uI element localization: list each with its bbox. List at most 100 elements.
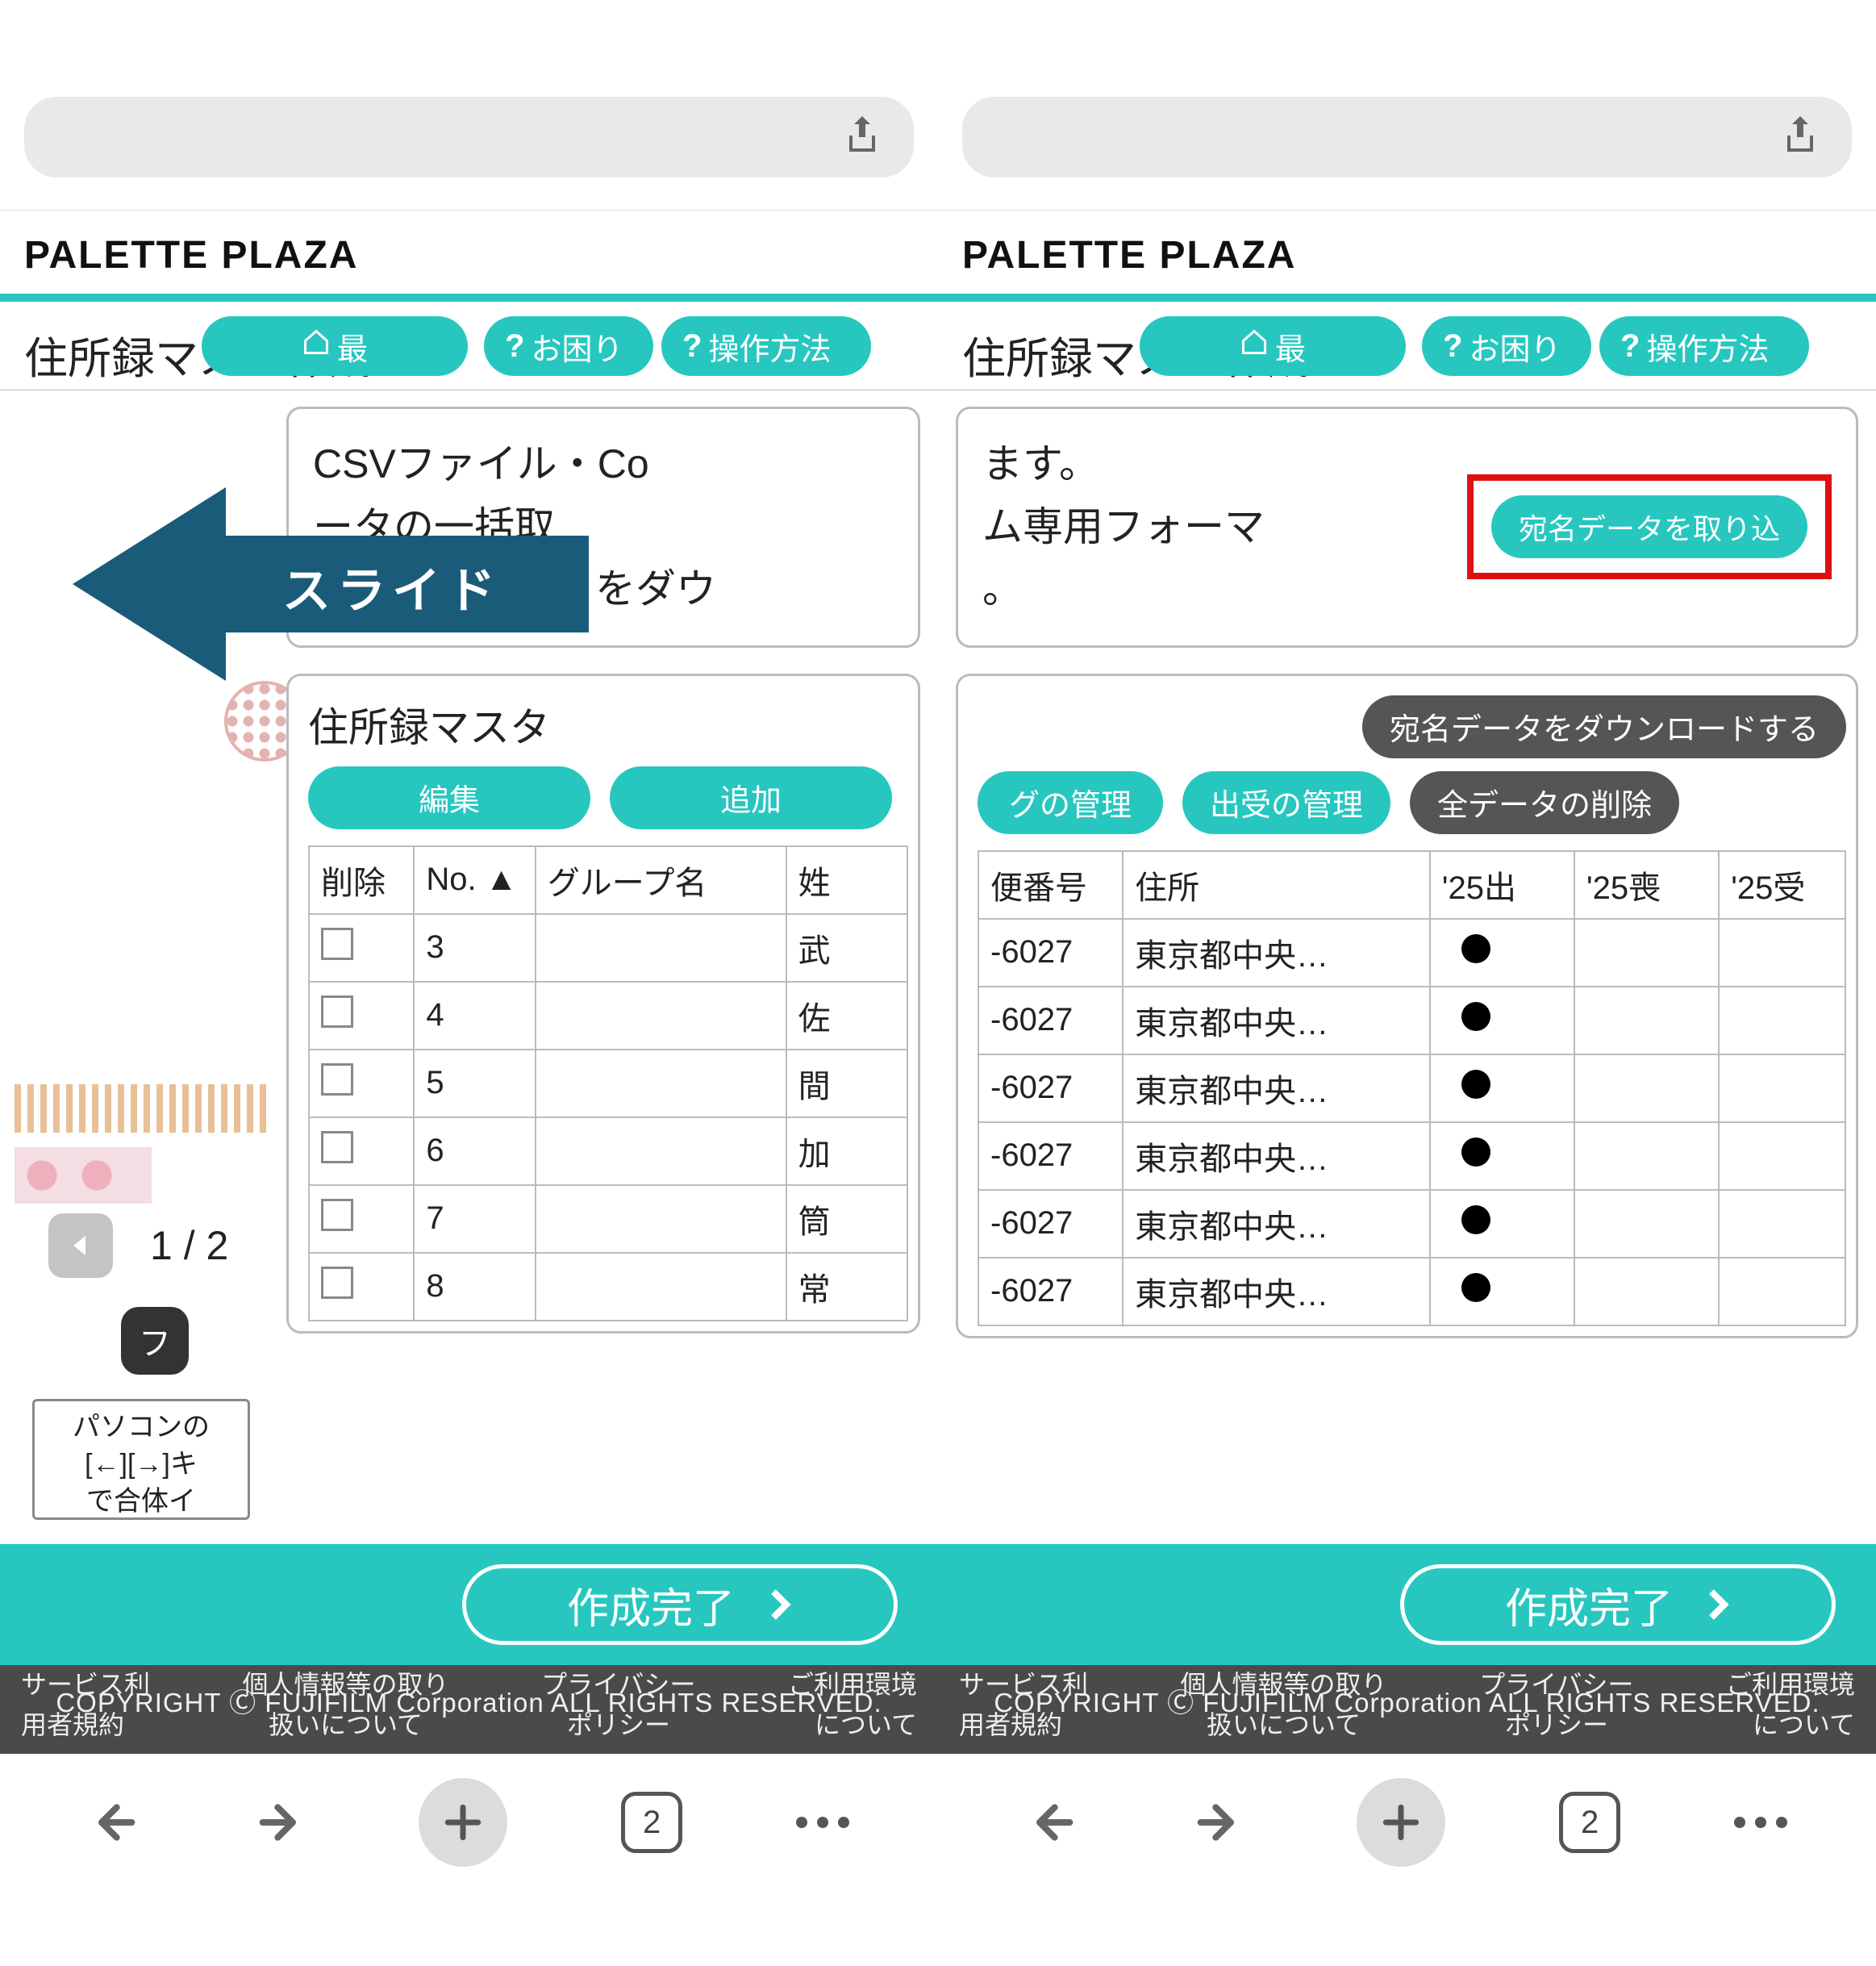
table-row[interactable]: -6027東京都中央… <box>978 1122 1845 1190</box>
footer-link[interactable]: 用者規約 <box>959 1709 1062 1743</box>
chevron-right-icon <box>767 1587 793 1622</box>
nav-menu-icon[interactable] <box>796 1817 849 1828</box>
th-25mo[interactable]: '25喪 <box>1574 851 1719 919</box>
footer: サービス利 個人情報等の取り プライバシー ご利用環境 COPYRIGHT Ⓒ … <box>938 1665 1876 1754</box>
decorative-stripes <box>15 1084 273 1133</box>
question-icon: ? <box>682 328 702 365</box>
footer-link[interactable]: 扱いについて <box>269 1709 423 1743</box>
nav-tabs-button[interactable]: 2 <box>621 1792 682 1853</box>
decorative-flowers <box>15 1147 152 1204</box>
address-bar[interactable] <box>24 97 914 177</box>
home-icon <box>1240 328 1269 365</box>
table-row[interactable]: -6027東京都中央… <box>978 987 1845 1054</box>
share-icon[interactable] <box>843 113 882 162</box>
footer-link[interactable]: ポリシー <box>1505 1709 1608 1743</box>
nav-menu-icon[interactable] <box>1734 1817 1787 1828</box>
question-icon: ? <box>505 328 524 365</box>
keyboard-hint: パソコンの [←][→]キ で合体イ <box>32 1399 250 1520</box>
complete-button[interactable]: 作成完了 <box>462 1564 898 1645</box>
home-pill[interactable]: 最 <box>202 316 468 376</box>
nav-newtab-button[interactable] <box>1357 1778 1445 1867</box>
brand-logo: PALETTE PLAZA <box>962 233 1852 278</box>
nav-forward-icon[interactable] <box>1192 1797 1244 1848</box>
complete-button[interactable]: 作成完了 <box>1400 1564 1836 1645</box>
help-pill-label: お困り <box>1469 324 1561 369</box>
slide-label: スライド <box>282 552 502 622</box>
footer-link[interactable]: について <box>1753 1709 1855 1743</box>
add-button[interactable]: 追加 <box>610 766 892 829</box>
th-group[interactable]: グループ名 <box>536 846 786 914</box>
table-row[interactable]: 3武 <box>309 914 907 982</box>
nav-tabs-button[interactable]: 2 <box>1559 1792 1620 1853</box>
th-delete[interactable]: 削除 <box>309 846 414 914</box>
footer-link[interactable]: ポリシー <box>567 1709 670 1743</box>
th-25r[interactable]: '25受 <box>1719 851 1845 919</box>
row-checkbox[interactable] <box>321 1131 353 1163</box>
th-sei[interactable]: 姓 <box>786 846 907 914</box>
master-title: 住所録マスタ <box>308 695 550 753</box>
address-bar[interactable] <box>962 97 1852 177</box>
import-button-highlight: 宛名データを取り込 <box>1467 474 1832 579</box>
row-checkbox[interactable] <box>321 928 353 960</box>
footer-link[interactable]: 用者規約 <box>21 1709 124 1743</box>
question-icon: ? <box>1620 328 1640 365</box>
howto-pill-label: 操作方法 <box>1646 324 1769 369</box>
address-table: 便番号 住所 '25出 '25喪 '25受 -6027東京都中央… -6027東… <box>978 850 1846 1326</box>
edit-button[interactable]: 編集 <box>308 766 590 829</box>
th-postal[interactable]: 便番号 <box>978 851 1123 919</box>
table-row[interactable]: 8常 <box>309 1253 907 1321</box>
help-pill[interactable]: ? お困り <box>484 316 653 376</box>
delete-all-button[interactable]: 全データの削除 <box>1410 771 1679 834</box>
table-row[interactable]: 4佐 <box>309 982 907 1050</box>
pager-text: 1 / 2 <box>150 1222 228 1269</box>
help-pill-label: お困り <box>531 324 623 369</box>
footer: サービス利 個人情報等の取り プライバシー ご利用環境 COPYRIGHT Ⓒ … <box>0 1665 938 1754</box>
group-manage-button[interactable]: グの管理 <box>978 771 1163 834</box>
import-data-button[interactable]: 宛名データを取り込 <box>1491 495 1807 558</box>
status-dot <box>1461 1137 1490 1167</box>
share-icon[interactable] <box>1781 113 1820 162</box>
howto-pill[interactable]: ? 操作方法 <box>1599 316 1809 376</box>
home-pill-label: 最 <box>1275 324 1306 369</box>
address-table: 削除 No. ▲ グループ名 姓 3武 4佐 5間 6加 7筒 8常 <box>308 845 908 1321</box>
download-data-button[interactable]: 宛名データをダウンロードする <box>1362 695 1846 758</box>
chevron-right-icon <box>1705 1587 1731 1622</box>
row-checkbox[interactable] <box>321 1267 353 1299</box>
home-pill[interactable]: 最 <box>1140 316 1406 376</box>
brand-logo: PALETTE PLAZA <box>24 233 914 278</box>
footer-link[interactable]: 扱いについて <box>1207 1709 1361 1743</box>
th-address[interactable]: 住所 <box>1123 851 1430 919</box>
footer-link[interactable]: について <box>815 1709 917 1743</box>
filter-badge[interactable]: フ <box>121 1307 189 1375</box>
table-row[interactable]: 6加 <box>309 1117 907 1185</box>
import-card: ます。 ム専用フォーマ 。 宛名データを取り込 <box>956 407 1858 648</box>
nav-back-icon[interactable] <box>89 1797 140 1848</box>
inout-manage-button[interactable]: 出受の管理 <box>1182 771 1390 834</box>
table-row[interactable]: -6027東京都中央… <box>978 1054 1845 1122</box>
table-row[interactable]: -6027東京都中央… <box>978 919 1845 987</box>
row-checkbox[interactable] <box>321 1063 353 1096</box>
nav-back-icon[interactable] <box>1027 1797 1078 1848</box>
help-pill[interactable]: ? お困り <box>1422 316 1591 376</box>
status-dot <box>1461 1070 1490 1099</box>
home-pill-label: 最 <box>337 324 368 369</box>
question-icon: ? <box>1443 328 1462 365</box>
table-row[interactable]: -6027東京都中央… <box>978 1190 1845 1258</box>
status-dot <box>1461 1273 1490 1302</box>
table-row[interactable]: 7筒 <box>309 1185 907 1253</box>
th-25out[interactable]: '25出 <box>1430 851 1574 919</box>
howto-pill[interactable]: ? 操作方法 <box>661 316 871 376</box>
th-no[interactable]: No. ▲ <box>414 846 535 914</box>
row-checkbox[interactable] <box>321 996 353 1028</box>
divider <box>0 294 938 302</box>
home-icon <box>302 328 331 365</box>
nav-newtab-button[interactable] <box>419 1778 507 1867</box>
nav-forward-icon[interactable] <box>254 1797 306 1848</box>
row-checkbox[interactable] <box>321 1199 353 1231</box>
status-dot <box>1461 934 1490 963</box>
table-row[interactable]: -6027東京都中央… <box>978 1258 1845 1325</box>
master-card: 住所録マスタ 編集 追加 削除 No. ▲ グループ名 姓 3武 <box>286 674 920 1334</box>
pager-prev-button[interactable] <box>48 1213 113 1278</box>
master-card: 宛名データをダウンロードする グの管理 出受の管理 全データの削除 便番号 住所… <box>956 674 1858 1338</box>
table-row[interactable]: 5間 <box>309 1050 907 1117</box>
